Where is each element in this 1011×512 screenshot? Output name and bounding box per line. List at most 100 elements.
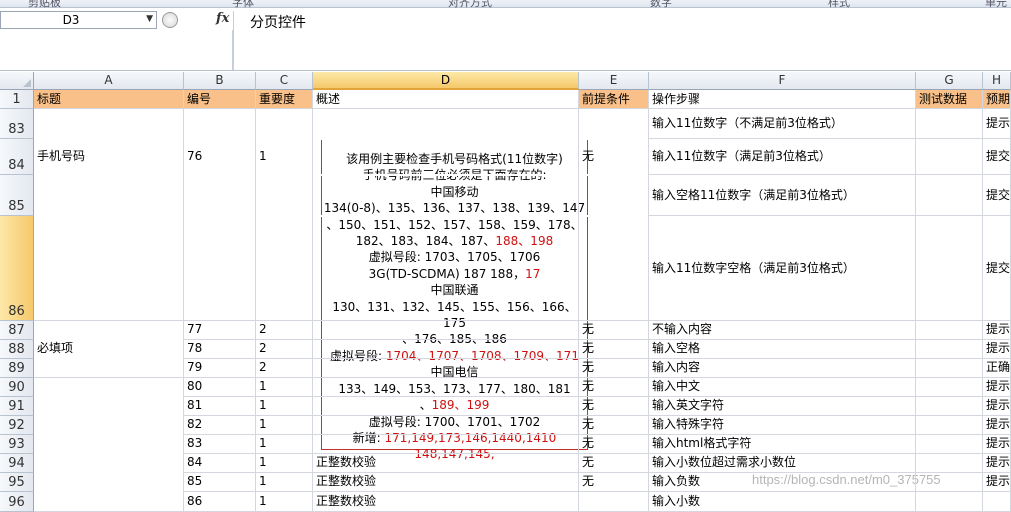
cell-c83[interactable]: [256, 109, 313, 139]
cell-f86[interactable]: 输入11位数字空格（满足前3位格式）: [649, 216, 916, 321]
column-header-d[interactable]: D: [313, 72, 579, 90]
cell-c88[interactable]: 2: [256, 340, 313, 359]
cell-g88[interactable]: [916, 340, 983, 359]
cell-f93[interactable]: 输入html格式字符: [649, 435, 916, 454]
cell-c93[interactable]: 1: [256, 435, 313, 454]
cell-b84[interactable]: 76: [184, 139, 256, 175]
cell-g93[interactable]: [916, 435, 983, 454]
cell-c84[interactable]: 1: [256, 139, 313, 175]
cell-d83[interactable]: [313, 109, 579, 139]
cell-g95[interactable]: [916, 473, 983, 492]
cell-e84[interactable]: 无: [579, 139, 649, 175]
cell-c90[interactable]: 1: [256, 378, 313, 397]
header-cell[interactable]: 操作步骤: [649, 90, 916, 109]
cell-d87[interactable]: [313, 321, 579, 340]
cell-h95[interactable]: 提示: [983, 473, 1011, 492]
cell-d92[interactable]: [313, 416, 579, 435]
cell-c86[interactable]: [256, 216, 313, 321]
cell-d91[interactable]: [313, 397, 579, 416]
cell-g90[interactable]: [916, 378, 983, 397]
cell-a94[interactable]: [34, 454, 184, 473]
cell-f83[interactable]: 输入11位数字（不满足前3位格式）: [649, 109, 916, 139]
row-header[interactable]: 91: [0, 397, 34, 416]
cell-f84[interactable]: 输入11位数字（满足前3位格式）: [649, 139, 916, 175]
cell-b87[interactable]: 77: [184, 321, 256, 340]
column-header-g[interactable]: G: [916, 72, 983, 90]
cell-d94[interactable]: 正整数校验: [313, 454, 579, 473]
cell-b91[interactable]: 81: [184, 397, 256, 416]
cell-c87[interactable]: 2: [256, 321, 313, 340]
cell-a85[interactable]: [34, 175, 184, 216]
row-header[interactable]: 86: [0, 216, 34, 321]
header-cell[interactable]: 前提条件: [579, 90, 649, 109]
chevron-down-icon[interactable]: ▼: [146, 14, 153, 24]
name-box[interactable]: D3 ▼: [0, 11, 157, 29]
insert-function-icon[interactable]: fx: [216, 11, 229, 26]
row-header[interactable]: 93: [0, 435, 34, 454]
cell-b96[interactable]: 86: [184, 492, 256, 512]
cell-b93[interactable]: 83: [184, 435, 256, 454]
cell-b85[interactable]: [184, 175, 256, 216]
cell-h91[interactable]: 提示: [983, 397, 1011, 416]
cell-e88[interactable]: 无: [579, 340, 649, 359]
cell-b95[interactable]: 85: [184, 473, 256, 492]
row-header[interactable]: 96: [0, 492, 34, 512]
cell-g86[interactable]: [916, 216, 983, 321]
row-header[interactable]: 95: [0, 473, 34, 492]
cell-e92[interactable]: 无: [579, 416, 649, 435]
row-header[interactable]: 94: [0, 454, 34, 473]
column-header-f[interactable]: F: [649, 72, 916, 90]
cell-a93[interactable]: [34, 435, 184, 454]
cell-h83[interactable]: 提示: [983, 109, 1011, 139]
column-header-h[interactable]: H: [983, 72, 1011, 90]
cell-h90[interactable]: 提示: [983, 378, 1011, 397]
cell-a86[interactable]: [34, 216, 184, 321]
column-header-c[interactable]: C: [256, 72, 313, 90]
cell-d89[interactable]: [313, 359, 579, 378]
cell-f90[interactable]: 输入中文: [649, 378, 916, 397]
row-header[interactable]: 87: [0, 321, 34, 340]
cell-b88[interactable]: 78: [184, 340, 256, 359]
cell-g89[interactable]: [916, 359, 983, 378]
cell-h92[interactable]: 提示: [983, 416, 1011, 435]
column-header-a[interactable]: A: [34, 72, 184, 90]
cell-e89[interactable]: 无: [579, 359, 649, 378]
cell-b94[interactable]: 84: [184, 454, 256, 473]
cell-f96[interactable]: 输入小数: [649, 492, 916, 512]
cell-h93[interactable]: 提示: [983, 435, 1011, 454]
cell-c85[interactable]: [256, 175, 313, 216]
header-cell[interactable]: 编号: [184, 90, 256, 109]
formula-content[interactable]: 分页控件: [250, 12, 306, 32]
header-cell[interactable]: 概述: [313, 90, 579, 109]
cell-d90[interactable]: [313, 378, 579, 397]
cell-c89[interactable]: 2: [256, 359, 313, 378]
cell-d86[interactable]: [313, 216, 579, 321]
cell-e91[interactable]: 无: [579, 397, 649, 416]
cell-h87[interactable]: 提示: [983, 321, 1011, 340]
cell-b89[interactable]: 79: [184, 359, 256, 378]
cell-e93[interactable]: 无: [579, 435, 649, 454]
cell-f85[interactable]: 输入空格11位数字（满足前3位格式）: [649, 175, 916, 216]
cell-b83[interactable]: [184, 109, 256, 139]
cell-a92[interactable]: [34, 416, 184, 435]
cell-a95[interactable]: [34, 473, 184, 492]
cell-b92[interactable]: 82: [184, 416, 256, 435]
cell-c94[interactable]: 1: [256, 454, 313, 473]
cell-g94[interactable]: [916, 454, 983, 473]
cell-d93[interactable]: [313, 435, 579, 454]
cell-a88[interactable]: 必填项: [34, 340, 184, 359]
cell-h96[interactable]: [983, 492, 1011, 512]
circle-handle-icon[interactable]: [162, 12, 178, 28]
cell-f89[interactable]: 输入内容: [649, 359, 916, 378]
cell-g91[interactable]: [916, 397, 983, 416]
row-header[interactable]: 88: [0, 340, 34, 359]
cell-e95[interactable]: 无: [579, 473, 649, 492]
cell-b90[interactable]: 80: [184, 378, 256, 397]
cell-e87[interactable]: 无: [579, 321, 649, 340]
cell-h85[interactable]: 提交: [983, 175, 1011, 216]
select-all-corner[interactable]: [0, 72, 34, 90]
cell-a87[interactable]: [34, 321, 184, 340]
cell-a89[interactable]: [34, 359, 184, 378]
cell-h86[interactable]: 提交: [983, 216, 1011, 321]
cell-c95[interactable]: 1: [256, 473, 313, 492]
